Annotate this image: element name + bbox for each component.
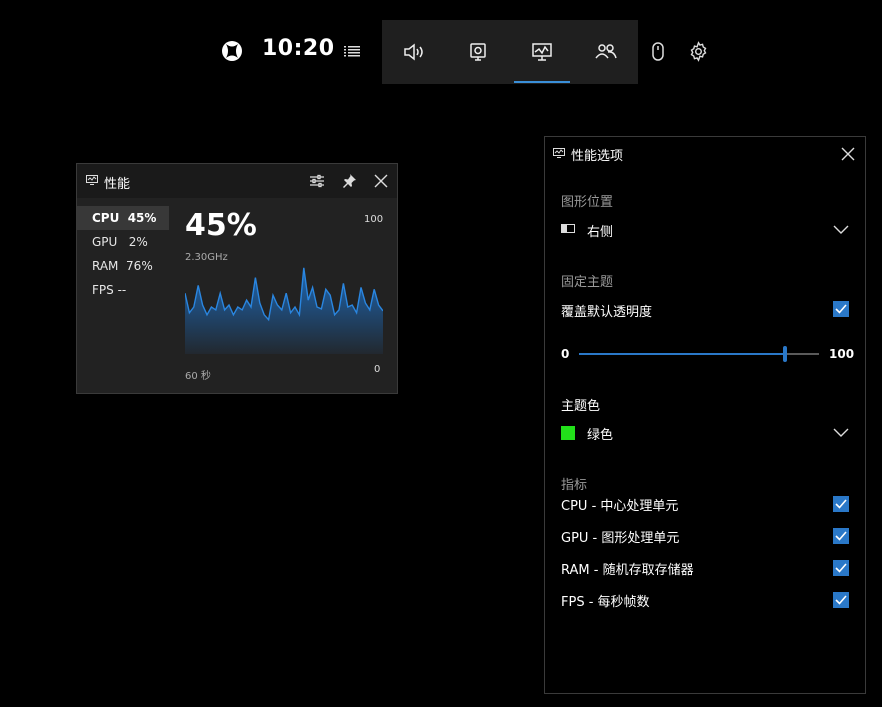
check-icon	[835, 531, 847, 541]
chevron-down-icon	[833, 428, 849, 437]
accent-swatch	[561, 426, 575, 440]
position-section-title: 图形位置	[561, 195, 614, 210]
settings-icon[interactable]	[688, 41, 709, 62]
slider-min-label: 0	[561, 347, 570, 361]
metric-item-gpu[interactable]: GPU 2%	[77, 230, 169, 254]
metric-item-fps[interactable]: FPS --	[77, 278, 169, 302]
close-button[interactable]	[837, 143, 859, 165]
metric-option-cpu-checkbox[interactable]	[833, 496, 849, 512]
usage-area	[185, 267, 383, 354]
accent-section-title: 主题色	[561, 399, 601, 414]
metric-item-ram[interactable]: RAM 76%	[77, 254, 169, 278]
metrics-section-title: 指标	[561, 478, 588, 493]
override-opacity-checkbox[interactable]	[833, 301, 849, 317]
close-button[interactable]	[371, 171, 391, 191]
slider-fill	[579, 353, 786, 355]
capture-icon	[470, 43, 486, 61]
y-min-label: 0	[374, 364, 381, 375]
metric-option-cpu-label: CPU - 中心处理单元	[561, 499, 679, 514]
pin-button[interactable]	[339, 171, 359, 191]
override-opacity-label: 覆盖默认透明度	[561, 305, 653, 320]
check-icon	[835, 499, 847, 509]
performance-options-panel: 性能选项 图形位置 右侧 固定主题 覆盖默认透明度 0 100 主题色 绿色 指…	[544, 136, 866, 694]
metric-option-fps-checkbox[interactable]	[833, 592, 849, 608]
pin-icon	[343, 174, 356, 188]
metric-option-gpu-label: GPU - 图形处理单元	[561, 531, 680, 546]
check-icon	[835, 595, 847, 605]
check-icon	[835, 304, 847, 314]
widget-menu-icon[interactable]	[342, 43, 362, 59]
social-icon	[595, 44, 617, 59]
close-icon	[841, 147, 855, 161]
xbox-logo-icon[interactable]	[221, 40, 243, 62]
performance-widget: 性能 CPU 45% GPU 2% RAM 76% FPS -- 45% 2.3…	[76, 163, 398, 394]
metric-item-cpu[interactable]: CPU 45%	[77, 206, 169, 230]
sliders-icon	[310, 174, 324, 188]
widget-toolbar	[382, 20, 638, 84]
opacity-slider[interactable]	[579, 346, 819, 362]
check-icon	[835, 563, 847, 573]
performance-icon	[532, 43, 552, 61]
y-max-label: 100	[364, 214, 384, 225]
mouse-icon[interactable]	[648, 41, 668, 63]
close-icon	[374, 174, 388, 188]
usage-graph	[185, 267, 383, 354]
metric-list: CPU 45% GPU 2% RAM 76% FPS --	[77, 206, 169, 302]
position-value: 右侧	[587, 225, 614, 240]
chevron-down-icon	[833, 225, 849, 234]
audio-tab[interactable]	[382, 20, 446, 84]
current-value: 45%	[185, 208, 257, 243]
performance-icon	[553, 148, 565, 158]
slider-max-label: 100	[829, 347, 855, 361]
time-span-label: 60 秒	[185, 371, 211, 382]
pin-section-title: 固定主题	[561, 275, 614, 290]
social-tab[interactable]	[574, 20, 638, 84]
dock-right-icon	[561, 224, 575, 233]
capture-tab[interactable]	[446, 20, 510, 84]
metric-option-gpu-checkbox[interactable]	[833, 528, 849, 544]
widget-header[interactable]: 性能	[77, 164, 397, 198]
audio-icon	[404, 43, 423, 61]
clock-time: 10:20	[262, 36, 335, 61]
metric-option-ram-checkbox[interactable]	[833, 560, 849, 576]
options-button[interactable]	[307, 171, 327, 191]
slider-thumb[interactable]	[783, 346, 788, 362]
accent-value: 绿色	[587, 428, 614, 443]
performance-tab[interactable]	[510, 20, 574, 84]
widget-title: 性能	[104, 177, 131, 192]
widget-body: CPU 45% GPU 2% RAM 76% FPS -- 45% 2.30GH…	[77, 198, 397, 393]
panel-title: 性能选项	[571, 149, 624, 164]
metric-option-ram-label: RAM - 随机存取存储器	[561, 563, 694, 578]
performance-icon	[86, 175, 98, 185]
metric-option-fps-label: FPS - 每秒帧数	[561, 595, 650, 610]
